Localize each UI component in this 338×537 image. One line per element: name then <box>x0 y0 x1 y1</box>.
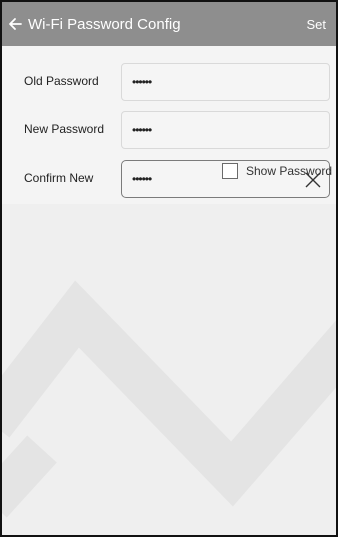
old-password-label: Old Password <box>24 74 99 88</box>
old-password-row: Old Password •••••• <box>2 60 336 102</box>
show-password-checkbox[interactable] <box>222 163 238 179</box>
set-button[interactable]: Set <box>306 17 326 32</box>
app-screen: Wi-Fi Password Config Set Old Password •… <box>0 0 338 537</box>
back-button[interactable] <box>2 2 28 46</box>
confirm-new-label: Confirm New <box>24 171 94 185</box>
old-password-value: •••••• <box>132 75 152 89</box>
top-bar: Wi-Fi Password Config Set <box>2 2 336 46</box>
old-password-field[interactable]: •••••• <box>121 63 330 101</box>
confirm-new-value: •••••• <box>132 172 152 186</box>
new-password-value: •••••• <box>132 123 152 137</box>
new-password-field[interactable]: •••••• <box>121 111 330 149</box>
password-form: Old Password •••••• New Password •••••• … <box>2 46 336 204</box>
page-title: Wi-Fi Password Config <box>28 15 181 33</box>
show-password-label: Show Password <box>246 164 333 178</box>
show-password-toggle[interactable]: Show Password <box>222 162 332 180</box>
new-password-row: New Password •••••• <box>2 108 336 150</box>
arrow-left-icon <box>9 18 22 30</box>
new-password-label: New Password <box>24 122 105 136</box>
watermark-logo <box>2 280 336 518</box>
